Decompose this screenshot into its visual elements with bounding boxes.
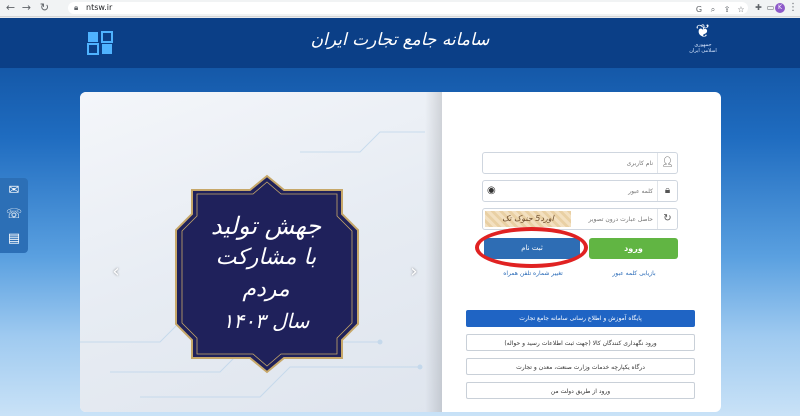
chat-icon[interactable]: ▤ xyxy=(4,229,24,249)
address-bar[interactable]: 🔒︎ ntsw.ir G ⌕ ⇪ ☆ xyxy=(68,2,748,14)
reload-icon[interactable]: ↻ xyxy=(38,1,51,15)
emblem-caption: جمهوری اسلامی ایران xyxy=(689,42,717,54)
slogan-line1: جهش تولید xyxy=(210,212,322,240)
emblem-icon: ❦ xyxy=(695,21,711,42)
ntsw-logo-icon[interactable] xyxy=(86,30,116,56)
slider-prev-icon[interactable]: ‹ xyxy=(108,262,124,282)
username-input[interactable] xyxy=(503,156,653,170)
page-fold xyxy=(425,92,442,412)
bookmark-star-icon[interactable]: ☆ xyxy=(734,4,748,16)
browser-menu-icon[interactable]: ⋮ xyxy=(788,1,798,15)
site-title: سامانه جامع تجارت ایران xyxy=(310,30,490,50)
captcha-image: اورد5 جنوک تک xyxy=(485,211,571,227)
info-link-training[interactable]: پایگاه آموزش و اطلاع رسانی سامانه جامع ت… xyxy=(466,310,695,327)
highlight-circle xyxy=(475,227,588,268)
hero-slider: جهش تولید با مشارکت مردم سال ۱۴۰۳ ‹ › xyxy=(80,92,442,412)
iran-emblem: ❦ جمهوری اسلامی ایران xyxy=(686,22,720,64)
captcha-input[interactable] xyxy=(565,212,653,226)
user-icon: 👤︎ xyxy=(657,153,677,173)
login-button[interactable]: ورود xyxy=(589,238,678,259)
show-password-icon[interactable]: ◉ xyxy=(487,183,496,199)
lock-icon: 🔒︎ xyxy=(657,181,677,201)
refresh-captcha-icon[interactable]: ↻ xyxy=(657,209,677,229)
username-field[interactable]: 👤︎ xyxy=(482,152,678,174)
info-link-warehouse[interactable]: ورود نگهداری کنندگان کالا (جهت ثبت اطلاع… xyxy=(466,334,695,351)
info-link-dolat-man[interactable]: ورود از طریق دولت من xyxy=(466,382,695,399)
profile-avatar[interactable]: K xyxy=(775,3,785,13)
phone-help-icon[interactable]: ☏ xyxy=(4,205,24,225)
slogan: جهش تولید با مشارکت مردم سال ۱۴۰۳ xyxy=(192,210,340,336)
browser-toolbar: ← → ↻ 🔒︎ ntsw.ir G ⌕ ⇪ ☆ ✚ ▭ K ⋮ xyxy=(0,0,800,17)
side-toolbar: ✉ ☏ ▤ xyxy=(0,178,28,253)
password-input[interactable] xyxy=(503,184,653,198)
info-link-ministry[interactable]: درگاه یکپارچه خدمات وزارت صنعت، معدن و ت… xyxy=(466,358,695,375)
recover-password-link[interactable]: بازیابی کلمه عبور xyxy=(599,270,669,277)
google-icon[interactable]: G xyxy=(692,4,706,16)
mail-icon[interactable]: ✉ xyxy=(4,181,24,201)
change-phone-link[interactable]: تغییر شماره تلفن همراه xyxy=(483,270,583,277)
url-text[interactable]: ntsw.ir xyxy=(86,2,112,14)
slogan-line2: با مشارکت مردم xyxy=(215,245,317,302)
lock-icon[interactable]: 🔒︎ xyxy=(74,3,78,13)
zoom-icon[interactable]: ⌕ xyxy=(706,4,720,16)
site-header: سامانه جامع تجارت ایران ❦ جمهوری اسلامی … xyxy=(0,18,800,68)
login-card: جهش تولید با مشارکت مردم سال ۱۴۰۳ ‹ › 👤︎… xyxy=(80,92,721,412)
slogan-year: سال ۱۴۰۳ xyxy=(222,309,310,333)
captcha-field[interactable]: اورد5 جنوک تک ↻ xyxy=(482,208,678,230)
forward-arrow-icon[interactable]: → xyxy=(20,1,33,15)
password-field[interactable]: ◉ 🔒︎ xyxy=(482,180,678,202)
page-body: سامانه جامع تجارت ایران ❦ جمهوری اسلامی … xyxy=(0,18,800,416)
back-arrow-icon[interactable]: ← xyxy=(4,1,17,15)
slider-next-icon[interactable]: › xyxy=(406,262,422,282)
share-icon[interactable]: ⇪ xyxy=(720,4,734,16)
